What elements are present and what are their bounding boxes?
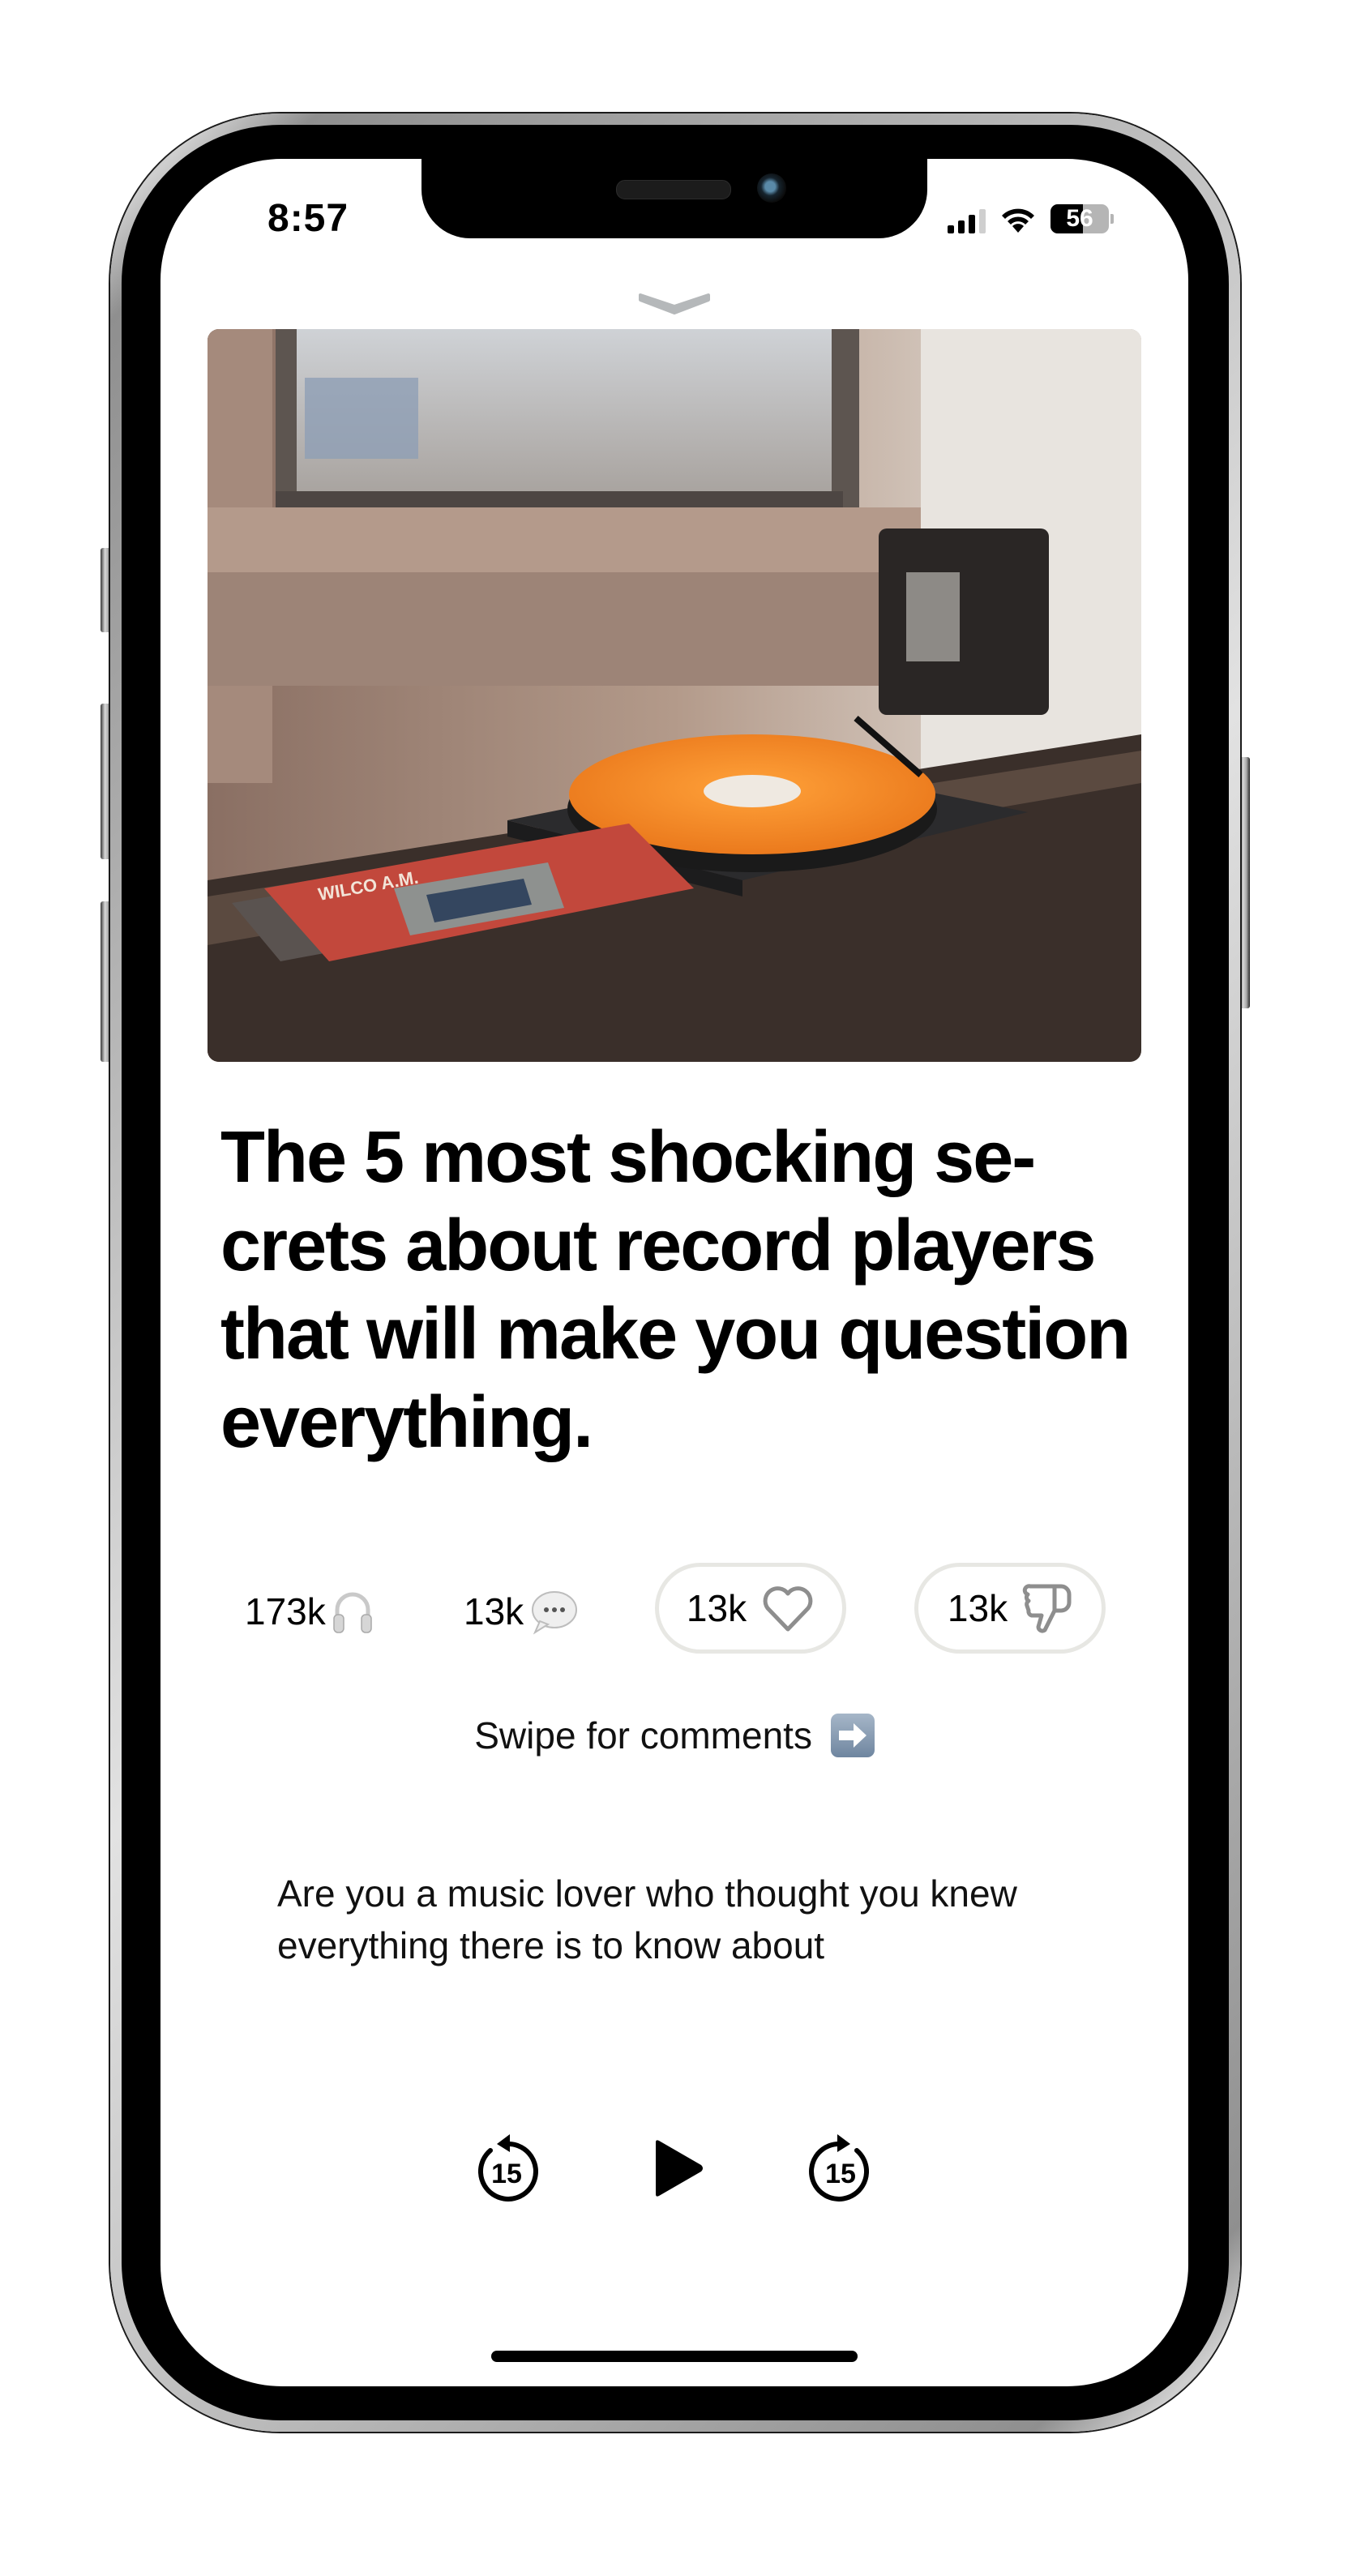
- hero-image: WILCO A.M.: [208, 329, 1141, 1062]
- headphones-icon: [333, 1592, 372, 1633]
- home-indicator[interactable]: [491, 2351, 858, 2362]
- right-arrow-icon: [830, 1713, 875, 1757]
- skip-back-seconds: 15: [491, 2159, 522, 2189]
- likes-count: 13k: [686, 1587, 747, 1629]
- like-button[interactable]: 13k: [655, 1563, 846, 1654]
- skip-back-button[interactable]: 15: [462, 2124, 551, 2213]
- status-icons: 56: [948, 204, 1114, 233]
- play-button[interactable]: [631, 2124, 720, 2213]
- status-time: 8:57: [267, 197, 349, 240]
- play-icon: [656, 2140, 703, 2197]
- dislike-button[interactable]: 13k: [914, 1563, 1106, 1654]
- listens-count: 173k: [245, 1590, 326, 1632]
- swipe-hint[interactable]: Swipe for comments: [160, 1713, 1188, 1761]
- dislikes-count: 13k: [947, 1587, 1008, 1629]
- comments-count: 13k: [464, 1590, 524, 1632]
- skip-forward-seconds: 15: [825, 2159, 856, 2189]
- speech-bubble-icon: [532, 1591, 578, 1635]
- heart-icon: [763, 1586, 813, 1632]
- article-title: The 5 most shocking se-crets about recor…: [220, 1117, 1131, 1463]
- front-camera: [757, 173, 786, 203]
- skip-back-15-icon: 15: [477, 2134, 538, 2202]
- phone-screen: 8:57 56 WILCO A.M. The 5 most shocking s…: [160, 159, 1188, 2386]
- stats-row: 173k 13k 13k 13k: [160, 1563, 1188, 1660]
- comments-stat: 13k: [464, 1563, 579, 1660]
- swipe-hint-label: Swipe for comments: [474, 1714, 812, 1757]
- battery-percent: 56: [1066, 205, 1093, 232]
- battery-icon: 56: [1050, 204, 1109, 233]
- thumbs-down-icon: [1022, 1584, 1072, 1633]
- earpiece-speaker: [616, 180, 731, 199]
- skip-forward-15-icon: 15: [809, 2134, 870, 2202]
- player-controls: 15 15: [160, 2124, 1188, 2213]
- notch: [421, 159, 927, 238]
- chevron-down-icon[interactable]: [634, 290, 715, 315]
- power-button: [1239, 757, 1250, 1008]
- listens-stat: 173k: [245, 1563, 374, 1660]
- battery-nub: [1110, 214, 1114, 224]
- skip-forward-button[interactable]: 15: [796, 2124, 885, 2213]
- cellular-signal-icon: [948, 209, 986, 233]
- wifi-icon: [1002, 208, 1034, 233]
- article-body-preview: Are you a music lover who thought you kn…: [277, 1872, 1017, 1966]
